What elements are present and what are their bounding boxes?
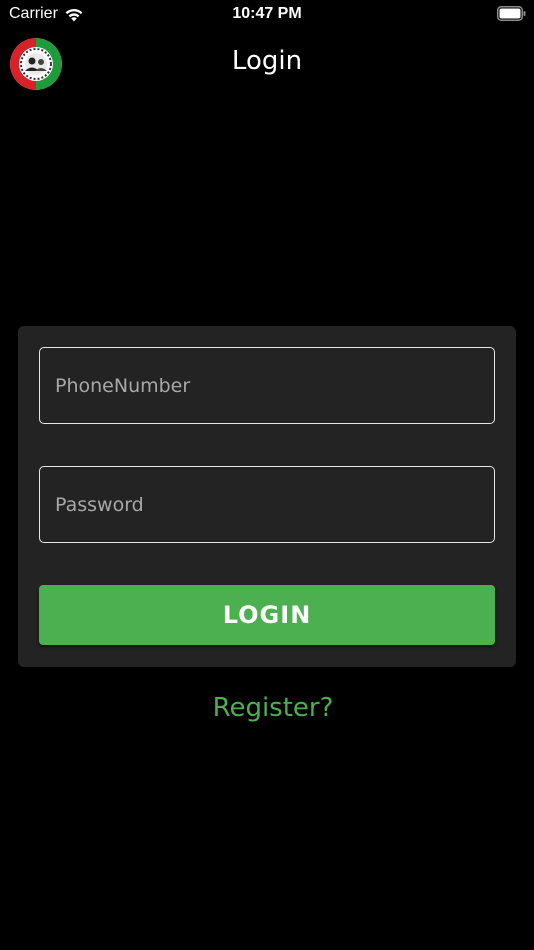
status-time: 10:47 PM — [232, 5, 302, 22]
login-card: LOGIN — [18, 326, 516, 667]
status-bar: Carrier 10:47 PM — [0, 0, 534, 28]
login-button[interactable]: LOGIN — [39, 585, 495, 645]
page-title: Login — [231, 46, 303, 76]
battery-icon — [497, 6, 526, 21]
phone-number-field[interactable] — [39, 347, 495, 424]
phone-number-input[interactable] — [55, 374, 479, 397]
register-link[interactable]: Register? — [0, 693, 534, 723]
navigation-bar: Login — [0, 36, 534, 92]
password-input[interactable] — [55, 493, 479, 516]
login-screen: Carrier 10:47 PM Login PhoneNumber LOGIN… — [0, 0, 534, 950]
password-field[interactable] — [39, 466, 495, 543]
